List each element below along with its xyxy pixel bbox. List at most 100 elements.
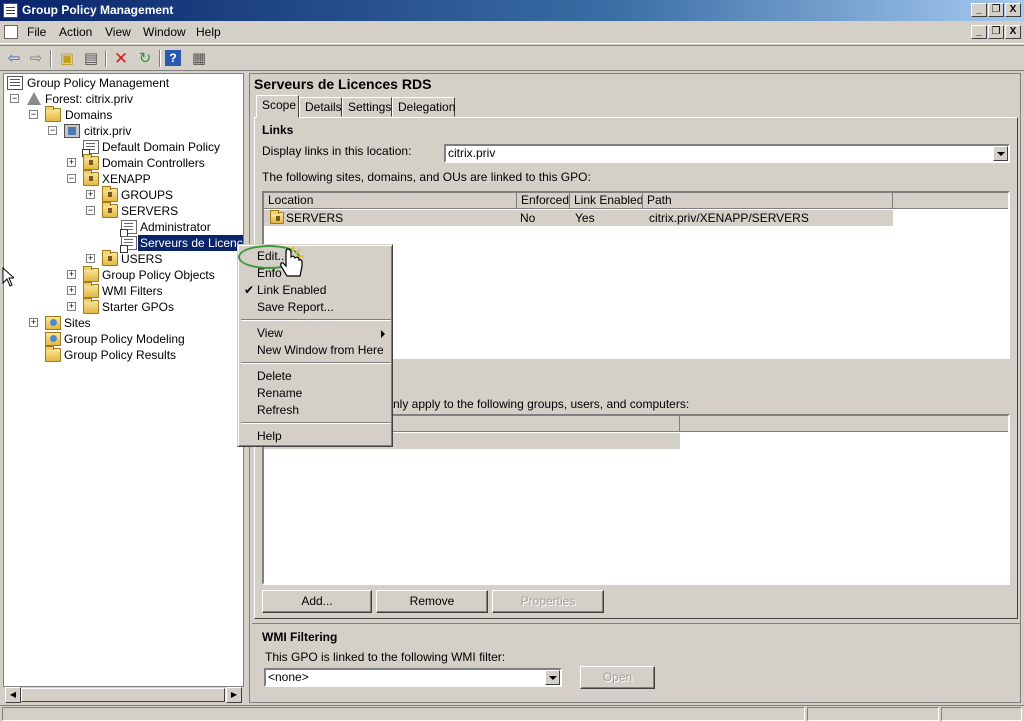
domains-folder-icon bbox=[45, 106, 61, 122]
menu-item-view[interactable]: View bbox=[241, 325, 391, 342]
tree-node-default-domain-policy[interactable]: Default Domain Policy bbox=[4, 139, 243, 157]
tree-node-group-policy-objects[interactable]: + Group Policy Objects bbox=[4, 266, 243, 283]
menu-window[interactable]: Window bbox=[143, 25, 186, 39]
column-header-filler bbox=[680, 416, 1008, 432]
collapse-icon[interactable]: − bbox=[29, 110, 38, 119]
expand-icon[interactable]: + bbox=[29, 318, 38, 327]
tree-node-domain[interactable]: − citrix.priv bbox=[4, 123, 243, 139]
tree-node-xenapp[interactable]: − XENAPP bbox=[4, 170, 243, 187]
cell-path: citrix.priv/XENAPP/SERVERS bbox=[649, 211, 809, 225]
collapse-icon[interactable]: − bbox=[67, 174, 76, 183]
tree-node-wmi-filters[interactable]: + WMI Filters bbox=[4, 282, 243, 299]
tree-label: Domains bbox=[65, 108, 113, 122]
properties-icon[interactable]: ▦ bbox=[189, 49, 209, 68]
delete-icon[interactable]: ✕ bbox=[111, 49, 131, 68]
collapse-icon[interactable]: − bbox=[10, 94, 19, 103]
tree-label: XENAPP bbox=[102, 172, 151, 186]
gpmc-app-icon[interactable] bbox=[3, 3, 18, 18]
ou-folder-icon bbox=[102, 250, 118, 266]
mdi-restore-button[interactable]: ❐ bbox=[988, 25, 1004, 39]
tree-node-groups[interactable]: + GROUPS bbox=[4, 186, 243, 203]
column-header-location[interactable]: Location bbox=[264, 193, 517, 209]
title-bar[interactable]: Group Policy Management _ ❐ X bbox=[0, 0, 1024, 21]
tree-node-servers[interactable]: − SERVERS bbox=[4, 202, 243, 219]
dropdown-arrow-icon[interactable] bbox=[993, 146, 1008, 161]
wmi-filter-value: <none> bbox=[268, 670, 309, 684]
tree-node-group-policy-modeling[interactable]: Group Policy Modeling bbox=[4, 331, 243, 347]
tree-node-starter-gpos[interactable]: + Starter GPOs bbox=[4, 298, 243, 315]
checkmark-icon: ✔ bbox=[244, 283, 255, 297]
collapse-icon[interactable]: − bbox=[86, 206, 95, 215]
up-folder-icon[interactable]: ▣ bbox=[57, 49, 77, 68]
refresh-icon[interactable]: ↻ bbox=[135, 49, 155, 68]
expand-icon[interactable]: + bbox=[67, 158, 76, 167]
tab-delegation[interactable]: Delegation bbox=[392, 97, 455, 117]
expand-icon[interactable]: + bbox=[86, 190, 95, 199]
remove-button[interactable]: Remove bbox=[376, 590, 488, 613]
add-button[interactable]: Add... bbox=[262, 590, 372, 613]
menu-item-refresh[interactable]: Refresh bbox=[241, 402, 391, 419]
open-button[interactable]: Open bbox=[580, 666, 655, 689]
scroll-left-icon[interactable]: ◀ bbox=[5, 687, 21, 703]
expand-icon[interactable]: + bbox=[86, 254, 95, 263]
tree-label: WMI Filters bbox=[102, 284, 163, 298]
tree-node-group-policy-results[interactable]: Group Policy Results bbox=[4, 346, 243, 363]
back-icon[interactable]: ⇦ bbox=[4, 49, 24, 68]
column-header-link-enabled[interactable]: Link Enabled bbox=[570, 193, 643, 209]
mdi-minimize-button[interactable]: _ bbox=[971, 25, 987, 39]
wmi-filter-combobox[interactable]: <none> bbox=[264, 668, 562, 687]
tree-node-domain-controllers[interactable]: + Domain Controllers bbox=[4, 154, 243, 171]
tree-label: GROUPS bbox=[121, 188, 174, 202]
tree-node-serveurs-de-licences[interactable]: Serveurs de Licences bbox=[4, 235, 243, 253]
menu-help[interactable]: Help bbox=[196, 25, 221, 39]
column-header-path[interactable]: Path bbox=[643, 193, 893, 209]
expand-icon[interactable]: + bbox=[67, 270, 76, 279]
menu-file[interactable]: File bbox=[27, 25, 46, 39]
scroll-right-icon[interactable]: ▶ bbox=[226, 687, 242, 703]
status-panel bbox=[807, 707, 939, 721]
tab-settings[interactable]: Settings bbox=[342, 97, 392, 117]
tab-details[interactable]: Details bbox=[299, 97, 342, 117]
table-row[interactable]: SERVERS No Yes citrix.priv/XENAPP/SERVER… bbox=[264, 210, 893, 226]
folder-icon bbox=[83, 266, 99, 282]
dropdown-arrow-icon[interactable] bbox=[545, 670, 560, 685]
column-header-enforced[interactable]: Enforced bbox=[517, 193, 570, 209]
display-links-combobox[interactable]: citrix.priv bbox=[444, 144, 1010, 163]
tab-scope[interactable]: Scope bbox=[256, 95, 299, 118]
tree-horizontal-scrollbar[interactable]: ◀ ▶ bbox=[4, 687, 243, 703]
help-icon[interactable]: ? bbox=[165, 50, 181, 66]
menu-item-delete[interactable]: Delete bbox=[241, 368, 391, 385]
tree-label: USERS bbox=[121, 252, 163, 266]
close-button[interactable]: X bbox=[1005, 3, 1021, 17]
sites-icon bbox=[45, 316, 61, 330]
menu-item-rename[interactable]: Rename bbox=[241, 385, 391, 402]
console-tree[interactable]: Group Policy Management − Forest: citrix… bbox=[3, 73, 244, 687]
expand-icon[interactable]: + bbox=[67, 302, 76, 311]
menu-view[interactable]: View bbox=[105, 25, 131, 39]
menu-item-new-window[interactable]: New Window from Here bbox=[241, 342, 391, 359]
tree-label-selected: Serveurs de Licences bbox=[138, 235, 243, 251]
tree-node-root[interactable]: Group Policy Management bbox=[4, 75, 243, 91]
menu-item-link-enabled[interactable]: ✔ Link Enabled bbox=[241, 282, 391, 299]
tree-node-domains[interactable]: − Domains bbox=[4, 106, 243, 123]
expand-icon[interactable]: + bbox=[67, 286, 76, 295]
menu-action[interactable]: Action bbox=[59, 25, 92, 39]
menu-item-save-report[interactable]: Save Report... bbox=[241, 299, 391, 316]
document-icon[interactable] bbox=[4, 25, 18, 39]
tree-label: Group Policy Results bbox=[64, 348, 177, 362]
tree-node-sites[interactable]: + Sites bbox=[4, 315, 243, 331]
tree-node-users[interactable]: + USERS bbox=[4, 250, 243, 267]
forward-icon[interactable]: ⇨ bbox=[26, 49, 46, 68]
menu-item-help[interactable]: Help bbox=[241, 428, 391, 445]
show-hide-tree-icon[interactable]: ▤ bbox=[81, 49, 101, 68]
minimize-button[interactable]: _ bbox=[971, 3, 987, 17]
collapse-icon[interactable]: − bbox=[48, 126, 57, 135]
domain-icon bbox=[64, 124, 80, 138]
scrollbar-thumb[interactable] bbox=[21, 688, 225, 702]
tree-node-forest[interactable]: − Forest: citrix.priv bbox=[4, 91, 243, 107]
tree-node-administrator[interactable]: Administrator bbox=[4, 219, 243, 237]
wmi-caption: This GPO is linked to the following WMI … bbox=[265, 650, 506, 664]
restore-button[interactable]: ❐ bbox=[988, 3, 1004, 17]
properties-button[interactable]: Properties bbox=[492, 590, 604, 613]
mdi-close-button[interactable]: X bbox=[1005, 25, 1021, 39]
